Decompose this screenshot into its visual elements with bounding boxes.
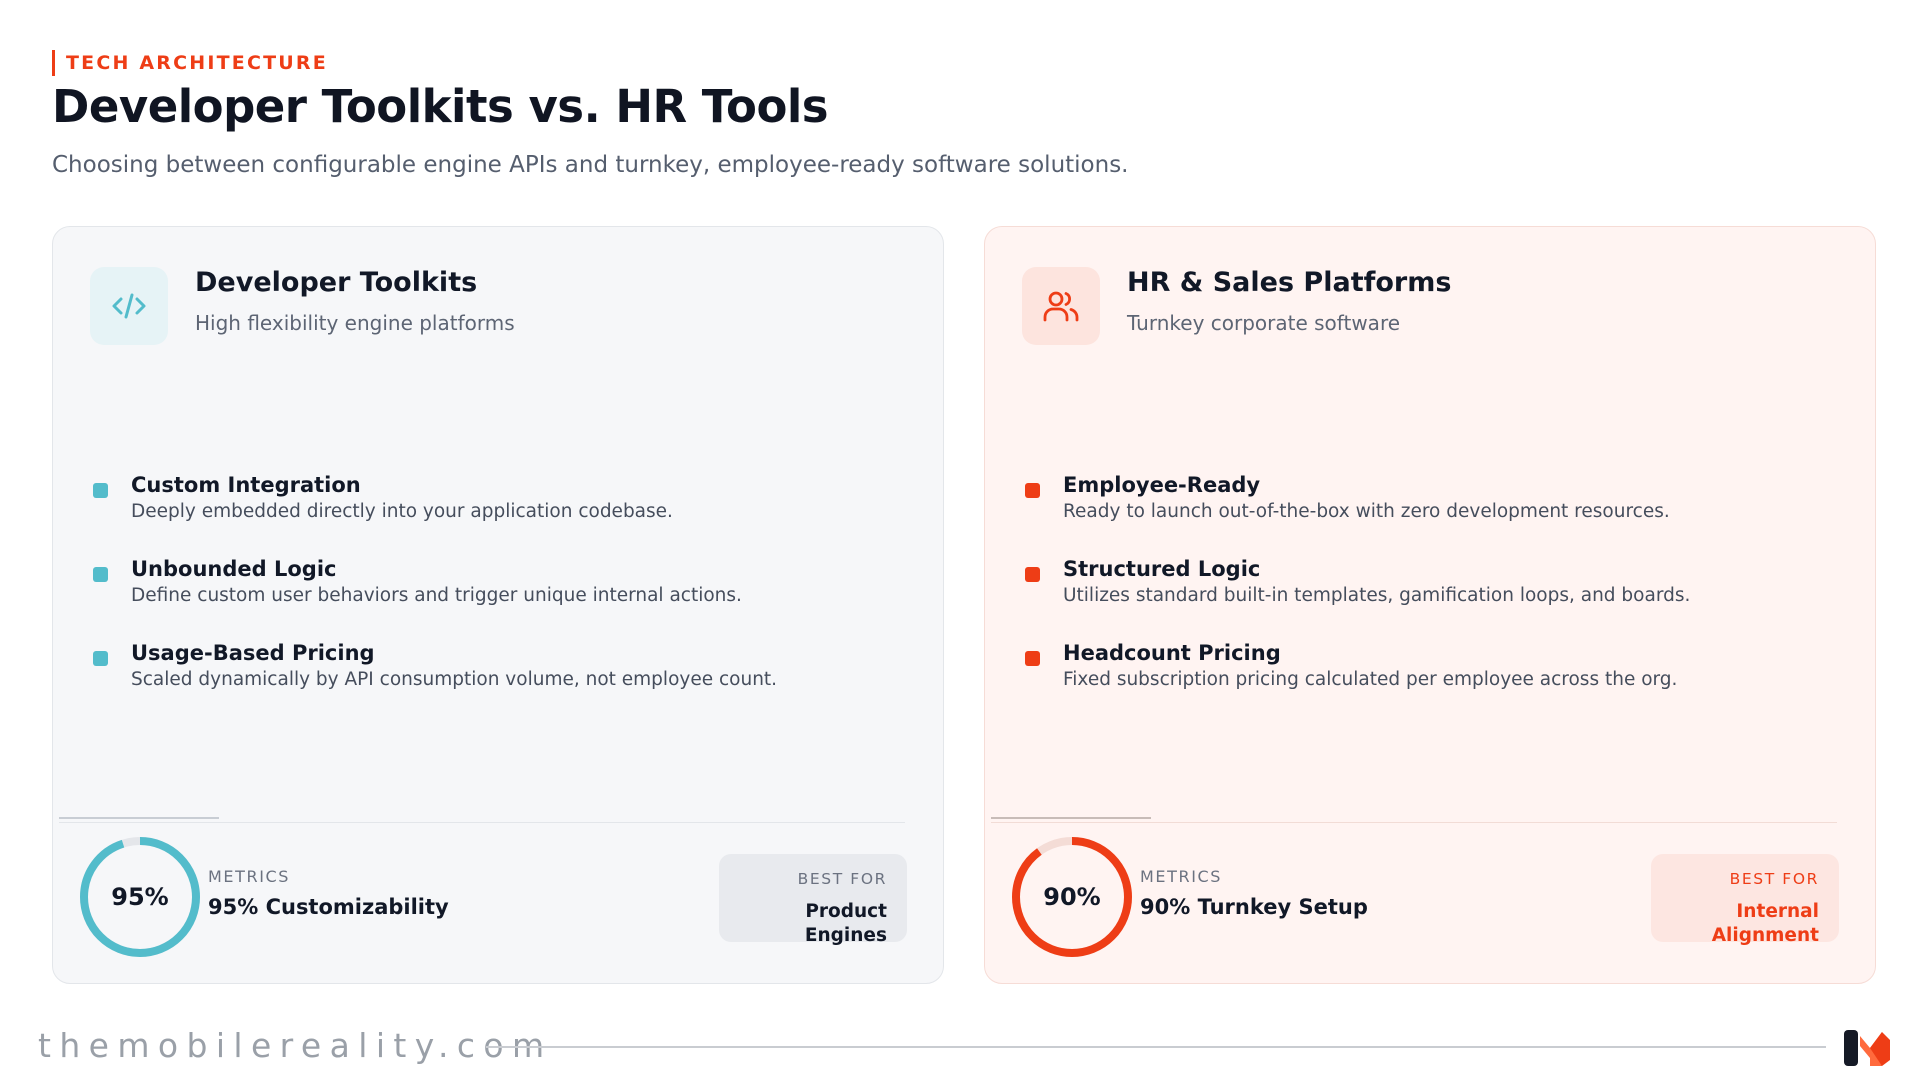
ring-percent-label: 95%	[111, 883, 169, 911]
metric-value: 95% Customizability	[208, 895, 449, 919]
feature-title: Headcount Pricing	[1063, 641, 1281, 665]
card-title: HR & Sales Platforms	[1127, 267, 1452, 298]
feature-title: Structured Logic	[1063, 557, 1261, 581]
hr-sales-platforms-card: HR & Sales Platforms Turnkey corporate s…	[984, 226, 1876, 984]
feature-description: Deeply embedded directly into your appli…	[131, 501, 673, 522]
feature-item: Usage-Based Pricing Scaled dynamically b…	[93, 639, 913, 723]
bullet-marker	[93, 651, 108, 666]
divider-accent	[59, 817, 219, 819]
users-icon	[1022, 267, 1100, 345]
bullet-marker	[93, 567, 108, 582]
feature-item: Headcount Pricing Fixed subscription pri…	[1025, 639, 1845, 723]
divider-accent	[991, 817, 1151, 819]
feature-list: Custom Integration Deeply embedded direc…	[93, 471, 913, 723]
feature-description: Scaled dynamically by API consumption vo…	[131, 669, 778, 690]
ring-percent-label: 90%	[1043, 883, 1101, 911]
feature-item: Structured Logic Utilizes standard built…	[1025, 555, 1845, 639]
feature-title: Employee-Ready	[1063, 473, 1261, 497]
feature-title: Usage-Based Pricing	[131, 641, 375, 665]
card-divider	[59, 822, 905, 823]
card-subtitle: Turnkey corporate software	[1127, 311, 1401, 335]
metric-value: 90% Turnkey Setup	[1140, 895, 1368, 919]
mobile-reality-logo	[1844, 1030, 1890, 1066]
developer-toolkits-card: Developer Toolkits High flexibility engi…	[52, 226, 944, 984]
best-for-caption: BEST FOR	[797, 870, 887, 888]
best-for-value: Internal Alignment	[1711, 901, 1819, 946]
feature-title: Custom Integration	[131, 473, 361, 497]
best-for-value: Product Engines	[804, 901, 887, 946]
feature-item: Employee-Ready Ready to launch out-of-th…	[1025, 471, 1845, 555]
feature-title: Unbounded Logic	[131, 557, 337, 581]
card-title: Developer Toolkits	[195, 267, 478, 298]
footer-rule	[486, 1046, 1826, 1048]
section-kicker: TECH ARCHITECTURE	[52, 50, 328, 76]
bullet-marker	[93, 483, 108, 498]
bullet-marker	[1025, 651, 1040, 666]
card-subtitle: High flexibility engine platforms	[195, 311, 515, 335]
bullet-marker	[1025, 483, 1040, 498]
best-for-caption: BEST FOR	[1729, 870, 1819, 888]
feature-description: Ready to launch out-of-the-box with zero…	[1063, 501, 1670, 522]
feature-list: Employee-Ready Ready to launch out-of-th…	[1025, 471, 1845, 723]
feature-description: Define custom user behaviors and trigger…	[131, 585, 742, 606]
metric-caption: METRICS	[1140, 867, 1223, 886]
page-title: Developer Toolkits vs. HR Tools	[52, 80, 829, 133]
bullet-marker	[1025, 567, 1040, 582]
feature-description: Utilizes standard built-in templates, ga…	[1063, 585, 1691, 606]
feature-item: Unbounded Logic Define custom user behav…	[93, 555, 913, 639]
feature-item: Custom Integration Deeply embedded direc…	[93, 471, 913, 555]
best-for-badge: BEST FOR Internal Alignment	[1651, 854, 1839, 946]
card-divider	[991, 822, 1837, 823]
footer-brand-url[interactable]: themobilereality.com	[38, 1026, 553, 1065]
metric-caption: METRICS	[208, 867, 291, 886]
best-for-badge: BEST FOR Product Engines	[719, 854, 907, 946]
feature-description: Fixed subscription pricing calculated pe…	[1063, 669, 1678, 690]
page-subtitle: Choosing between configurable engine API…	[52, 152, 1129, 178]
code-icon	[90, 267, 168, 345]
